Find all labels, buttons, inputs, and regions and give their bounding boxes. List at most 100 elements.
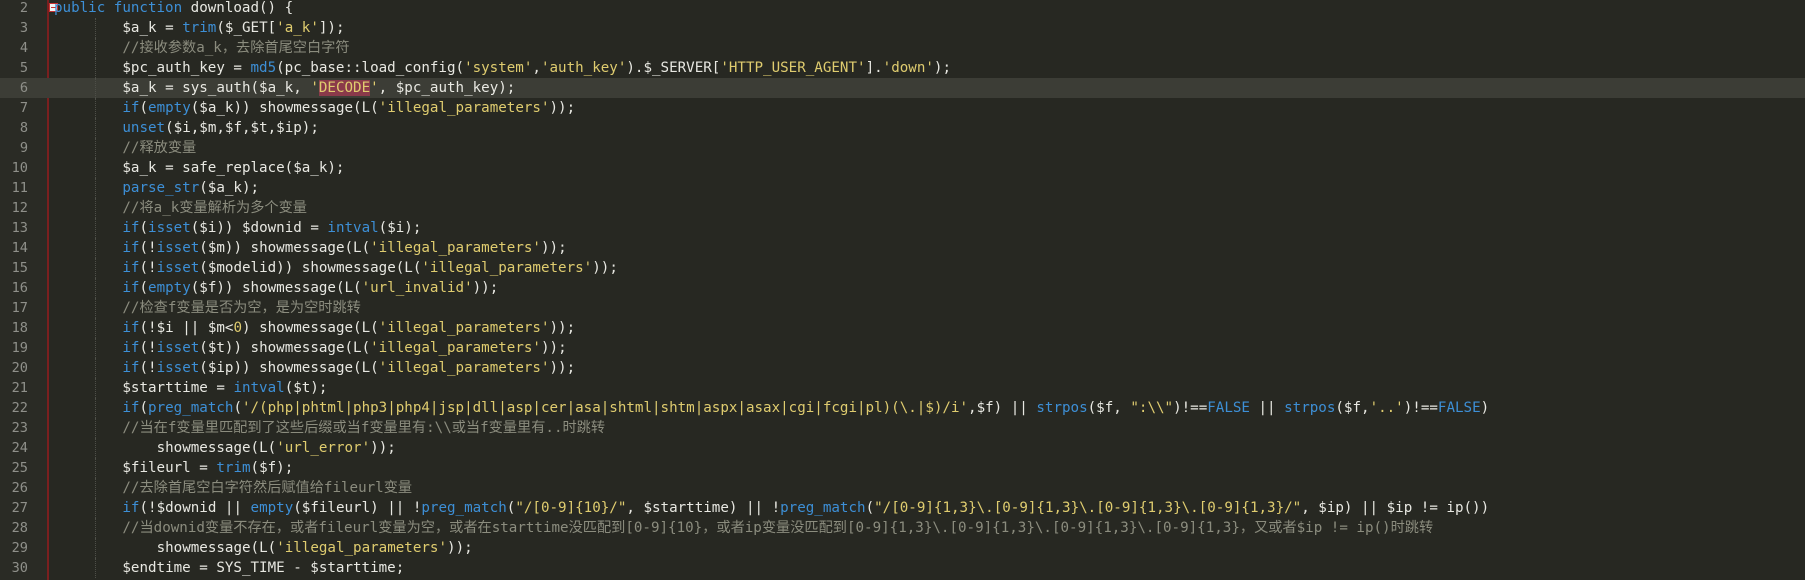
code-line[interactable]: 9 //释放变量 [0, 138, 1805, 158]
code-token: if [122, 360, 140, 376]
line-code: $a_k = trim($_GET['a_k']); [122, 18, 344, 38]
code-token: strpos [1284, 400, 1336, 416]
code-line[interactable]: 24 showmessage(L('url_error')); [0, 438, 1805, 458]
line-code: $endtime = SYS_TIME - $starttime; [122, 558, 404, 578]
code-token: ( [139, 400, 149, 416]
code-token: 'illegal_parameters' [421, 260, 593, 276]
code-token: )); [549, 360, 576, 376]
code-token: preg_match [148, 400, 234, 416]
code-token: empty [148, 280, 191, 296]
code-line[interactable]: 10 $a_k = safe_replace($a_k); [0, 158, 1805, 178]
code-token: ($a_k)) showmessage(L( [190, 100, 379, 116]
code-line[interactable]: 16 if(empty($f)) showmessage(L('url_inval… [0, 278, 1805, 298]
line-number: 13 [11, 220, 28, 236]
code-token: (!$downid || [139, 500, 251, 516]
code-token: ) showmessage(L( [242, 320, 379, 336]
code-line[interactable]: 29 showmessage(L('illegal_parameters')); [0, 538, 1805, 558]
code-token: ($modelid)) showmessage(L( [199, 260, 422, 276]
code-token: isset [156, 240, 200, 256]
code-token: intval [327, 220, 379, 236]
code-line[interactable]: 2 public function download() { [0, 0, 1805, 18]
code-line[interactable]: 3 $a_k = trim($_GET['a_k']); [0, 18, 1805, 38]
line-code: $fileurl = trim($f); [122, 458, 293, 478]
line-number: 25 [11, 460, 28, 476]
line-number: 30 [11, 560, 28, 576]
code-line[interactable]: 14 if(!isset($m)) showmessage(L('illegal_… [0, 238, 1805, 258]
code-line[interactable]: 15 if(!isset($modelid)) showmessage(L('il… [0, 258, 1805, 278]
code-token: '..' [1369, 400, 1404, 416]
line-number: 8 [19, 120, 28, 136]
line-number: 20 [11, 360, 28, 376]
code-line[interactable]: 30 $endtime = SYS_TIME - $starttime; [0, 558, 1805, 578]
code-token: //去除首尾空白字符然后赋值给fileurl变量 [122, 480, 413, 496]
code-line[interactable]: 12 //将a_k变量解析为多个变量 [0, 198, 1805, 218]
code-line[interactable]: 6 $a_k = sys_auth($a_k, 'DECODE', $pc_aut… [0, 78, 1805, 98]
code-token: )!== [1403, 400, 1438, 416]
line-code: showmessage(L('illegal_parameters')); [157, 538, 473, 558]
indent-guide [95, 98, 96, 118]
code-line[interactable]: 7 if(empty($a_k)) showmessage(L('illegal_… [0, 98, 1805, 118]
code-token: FALSE [1437, 400, 1481, 416]
code-token: ($_GET[ [216, 20, 277, 36]
code-line[interactable]: 21 $starttime = intval($t); [0, 378, 1805, 398]
code-line[interactable]: 20 if(!isset($ip)) showmessage(L('illegal… [0, 358, 1805, 378]
code-line[interactable]: 25 $fileurl = trim($f); [0, 458, 1805, 478]
code-token: ( [139, 100, 149, 116]
code-token: "/[0-9]{10}/" [515, 500, 627, 516]
code-token: , $pc_auth_key); [378, 80, 516, 96]
code-editor[interactable]: 2 public function download() {3 $a_k = tri… [0, 0, 1805, 580]
indent-guide [95, 38, 96, 58]
line-code: if(!isset($modelid)) showmessage(L('ille… [122, 258, 617, 278]
code-token: 'auth_key' [540, 60, 627, 76]
code-line[interactable]: 23 //当在f变量里匹配到了这些后缀或当f变量里有:\\或当f变量里有..时跳转 [0, 418, 1805, 438]
code-token: $a_k = safe_replace($a_k); [122, 160, 345, 176]
code-line[interactable]: 18 if(!$i || $m<0) showmessage(L('illegal… [0, 318, 1805, 338]
line-number: 27 [11, 500, 28, 516]
code-token: ($t); [284, 380, 328, 396]
code-token: )); [370, 440, 396, 456]
code-token: preg_match [421, 500, 507, 516]
line-number: 4 [19, 40, 28, 56]
code-token: )); [472, 280, 499, 296]
code-token: (!$i || $m< [139, 320, 234, 336]
line-code: $pc_auth_key = md5(pc_base::load_config(… [122, 58, 951, 78]
code-token: (! [139, 240, 157, 256]
code-token: (! [139, 260, 157, 276]
code-token: ($t)) showmessage(L( [199, 340, 371, 356]
indent-guide [95, 238, 96, 258]
code-token: $a_k = [122, 20, 183, 36]
code-line[interactable]: 28 //当downid变量不存在，或者fileurl变量为空，或者在startt… [0, 518, 1805, 538]
code-token: 'illegal_parameters' [378, 320, 550, 336]
code-line[interactable]: 26 //去除首尾空白字符然后赋值给fileurl变量 [0, 478, 1805, 498]
code-line[interactable]: 11 parse_str($a_k); [0, 178, 1805, 198]
line-code: //去除首尾空白字符然后赋值给fileurl变量 [122, 478, 412, 498]
code-token: $endtime = SYS_TIME - $starttime; [122, 560, 405, 576]
code-token: )); [549, 320, 576, 336]
line-number: 10 [11, 160, 28, 176]
line-code: $a_k = sys_auth($a_k, 'DECODE', $pc_auth… [122, 78, 515, 98]
code-line[interactable]: 4 //接收参数a_k，去除首尾空白字符 [0, 38, 1805, 58]
indent-guide [95, 138, 96, 158]
indent-guide [95, 118, 96, 138]
code-token: parse_str [122, 180, 200, 196]
code-token: ( [233, 400, 242, 416]
line-number: 28 [11, 520, 28, 536]
code-line[interactable]: 5 $pc_auth_key = md5(pc_base::load_config… [0, 58, 1805, 78]
code-line[interactable]: 13 if(isset($i)) $downid = intval($i); [0, 218, 1805, 238]
code-token: //当在f变量里匹配到了这些后缀或当f变量里有:\\或当f变量里有..时跳转 [122, 420, 606, 436]
code-line[interactable]: 22 if(preg_match('/(php|phtml|php3|php4|j… [0, 398, 1805, 418]
code-token: ($f, [1087, 400, 1131, 416]
line-code: if(!$downid || empty($fileurl) || !preg_… [122, 498, 1489, 518]
code-line[interactable]: 8 unset($i,$m,$f,$t,$ip); [0, 118, 1805, 138]
code-line[interactable]: 19 if(!isset($t)) showmessage(L('illegal_… [0, 338, 1805, 358]
code-token: ":\\" [1130, 400, 1174, 416]
line-code: //检查f变量是否为空，是为空时跳转 [122, 298, 360, 318]
code-area[interactable]: 2 public function download() {3 $a_k = tri… [0, 0, 1805, 578]
code-line[interactable]: 17 //检查f变量是否为空，是为空时跳转 [0, 298, 1805, 318]
code-token: isset [156, 260, 200, 276]
line-number: 21 [11, 380, 28, 396]
code-token: ' [310, 80, 319, 96]
code-token: ($fileurl) || ! [293, 500, 422, 516]
indent-guide [95, 398, 96, 418]
code-line[interactable]: 27 if(!$downid || empty($fileurl) || !pre… [0, 498, 1805, 518]
